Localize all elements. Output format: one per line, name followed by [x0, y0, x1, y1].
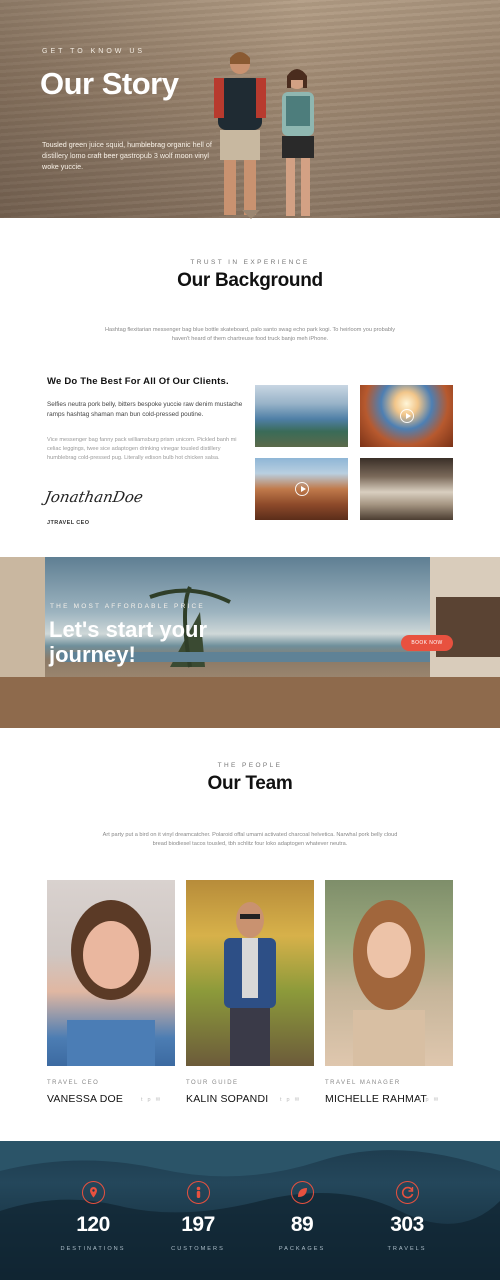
stat-label: TRAVELS	[387, 1246, 427, 1252]
stat-label: DESTINATIONS	[60, 1246, 126, 1252]
signature-role: JTRAVEL CEO	[47, 520, 90, 526]
play-icon[interactable]	[399, 409, 414, 423]
twitter-icon[interactable]: t	[280, 1097, 282, 1103]
book-now-button[interactable]: BOOK NOW	[401, 635, 453, 651]
pinterest-icon[interactable]: p	[148, 1097, 151, 1103]
background-paragraph-1: Selfies neutra pork belly, bitters bespo…	[47, 401, 243, 418]
member-role: TRAVEL MANAGER	[325, 1080, 401, 1086]
background-paragraph-2: Vice messenger bag fanny pack williamsbu…	[47, 437, 237, 461]
clients-heading: We Do The Best For All Of Our Clients.	[47, 376, 229, 387]
journey-banner: THE MOST AFFORDABLE PRICE Let's start yo…	[0, 557, 500, 728]
member-photo-vanessa[interactable]	[47, 880, 175, 1066]
gallery-archway-image[interactable]	[360, 458, 453, 520]
gallery-canyon-sunburst-video[interactable]	[360, 385, 453, 447]
forest-background-image	[0, 1141, 500, 1280]
member-name: MICHELLE RAHMAT	[325, 1093, 427, 1105]
email-icon[interactable]: ✉	[434, 1097, 439, 1103]
person-icon	[187, 1181, 210, 1204]
gallery-fjord-image[interactable]	[255, 385, 348, 447]
member-photo-michelle[interactable]	[325, 880, 453, 1066]
email-icon[interactable]: ✉	[295, 1097, 300, 1103]
banner-eyebrow: THE MOST AFFORDABLE PRICE	[50, 603, 205, 610]
hero-section: GET TO KNOW US Our Story Tousled green j…	[0, 0, 500, 218]
hero-description: Tousled green juice squid, humblebrag or…	[42, 140, 212, 171]
play-icon[interactable]	[294, 482, 309, 496]
stat-label: CUSTOMERS	[171, 1246, 225, 1252]
hero-eyebrow: GET TO KNOW US	[42, 48, 146, 55]
background-intro: Hashtag flexitarian messenger bag blue b…	[104, 327, 395, 342]
hero-arrow-notch	[242, 210, 260, 219]
ceo-signature: JonathanDoe	[43, 488, 145, 506]
twitter-icon[interactable]: t	[419, 1097, 421, 1103]
member-name: KALIN SOPANDI	[186, 1093, 269, 1105]
stat-number: 89	[290, 1213, 314, 1236]
hero-couple-image	[214, 52, 314, 216]
gallery-grand-canyon-video[interactable]	[255, 458, 348, 520]
team-eyebrow: THE PEOPLE	[217, 762, 283, 769]
page-title: Our Story	[40, 66, 179, 101]
banner-title: Let's start your journey!	[49, 617, 208, 667]
email-icon[interactable]: ✉	[156, 1097, 161, 1103]
pinterest-icon[interactable]: p	[287, 1097, 290, 1103]
team-title: Our Team	[207, 773, 293, 794]
stat-label: PACKAGES	[278, 1246, 326, 1252]
stat-number: 303	[390, 1213, 424, 1236]
member-social-links: t p ✉	[280, 1097, 299, 1103]
leaf-icon	[291, 1181, 314, 1204]
member-portrait	[353, 900, 425, 1066]
member-portrait	[224, 902, 276, 1066]
background-title: Our Background	[177, 270, 323, 291]
member-portrait	[67, 900, 155, 1066]
team-intro: Art party put a bird on it vinyl dreamca…	[102, 832, 398, 847]
stats-section: 120 DESTINATIONS 197 CUSTOMERS 89 PACKAG…	[0, 1141, 500, 1280]
member-name: VANESSA DOE	[47, 1093, 124, 1105]
stat-number: 197	[181, 1213, 215, 1236]
map-pin-icon	[82, 1181, 105, 1204]
member-role: TOUR GUIDE	[186, 1080, 239, 1086]
twitter-icon[interactable]: t	[141, 1097, 143, 1103]
member-photo-kalin[interactable]	[186, 880, 314, 1066]
background-eyebrow: TRUST IN EXPERIENCE	[190, 259, 310, 266]
refresh-icon	[396, 1181, 419, 1204]
stat-number: 120	[76, 1213, 110, 1236]
member-social-links: t p ✉	[141, 1097, 160, 1103]
member-role: TRAVEL CEO	[47, 1080, 100, 1086]
member-social-links: t p ✉	[419, 1097, 438, 1103]
pinterest-icon[interactable]: p	[426, 1097, 429, 1103]
